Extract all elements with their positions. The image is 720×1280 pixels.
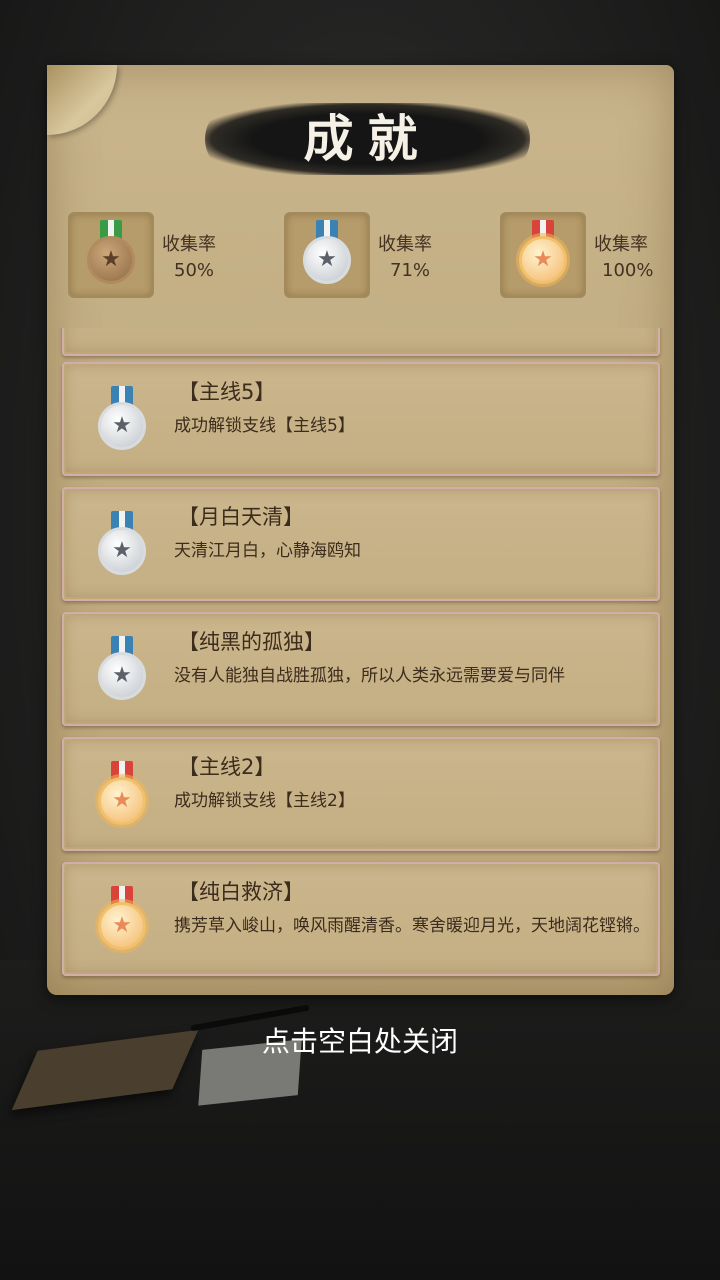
collection-rate-value: 50% (174, 260, 215, 281)
silver-medal-icon: ★ (94, 511, 150, 581)
collection-rate-label: 收集率 (594, 234, 648, 255)
achievement-title: 【纯黑的孤独】 (178, 630, 325, 654)
achievement-card[interactable]: ★ 【月白天清】 天清江月白，心静海鸥知 (62, 487, 660, 601)
background-floor[interactable] (0, 960, 720, 1280)
achievement-description: 天清江月白，心静海鸥知 (174, 541, 361, 561)
silver-medal-icon: ★ (299, 220, 355, 290)
achievement-card[interactable]: ★ 【纯白救济】 携芳草入峻山，唤风雨醒清香。寒舍暖迎月光，天地阔花铿锵。 (62, 862, 660, 976)
achievement-description: 携芳草入峻山，唤风雨醒清香。寒舍暖迎月光，天地阔花铿锵。 (174, 916, 650, 936)
medal-frame: ★ (68, 212, 154, 298)
collection-rate-bronze: ★ 收集率 50% (68, 212, 268, 298)
collection-rate-value: 100% (602, 260, 654, 281)
achievement-card-partial[interactable] (62, 328, 660, 356)
medal-frame: ★ (500, 212, 586, 298)
achievement-list[interactable]: ★ 【主线5】 成功解锁支线【主线5】 ★ 【月白天清】 天清江月白，心静海鸥知… (47, 328, 674, 988)
collection-rate-gold: ★ 收集率 100% (500, 212, 700, 298)
achievement-description: 成功解锁支线【主线2】 (174, 791, 355, 811)
collection-rate-label: 收集率 (162, 234, 216, 255)
achievement-title: 【月白天清】 (178, 505, 304, 529)
collection-rate-value: 71% (390, 260, 431, 281)
achievement-description: 没有人能独自战胜孤独，所以人类永远需要爱与同伴 (174, 666, 565, 686)
achievement-card[interactable]: ★ 【纯黑的孤独】 没有人能独自战胜孤独，所以人类永远需要爱与同伴 (62, 612, 660, 726)
collection-rate-label: 收集率 (378, 234, 432, 255)
silver-medal-icon: ★ (94, 386, 150, 456)
page-title: 成就 (303, 109, 432, 168)
gold-medal-icon: ★ (94, 761, 150, 831)
silver-medal-icon: ★ (94, 636, 150, 706)
achievement-title: 【纯白救济】 (178, 880, 304, 904)
achievement-title: 【主线2】 (178, 755, 276, 779)
achievement-description: 成功解锁支线【主线5】 (174, 416, 355, 436)
bronze-medal-icon: ★ (83, 220, 139, 290)
medal-frame: ★ (284, 212, 370, 298)
achievement-title: 【主线5】 (178, 380, 276, 404)
achievement-card[interactable]: ★ 【主线5】 成功解锁支线【主线5】 (62, 362, 660, 476)
collection-rate-silver: ★ 收集率 71% (284, 212, 484, 298)
close-hint[interactable]: 点击空白处关闭 (0, 1020, 720, 1060)
gold-medal-icon: ★ (94, 886, 150, 956)
gold-medal-icon: ★ (515, 220, 571, 290)
achievement-card[interactable]: ★ 【主线2】 成功解锁支线【主线2】 (62, 737, 660, 851)
